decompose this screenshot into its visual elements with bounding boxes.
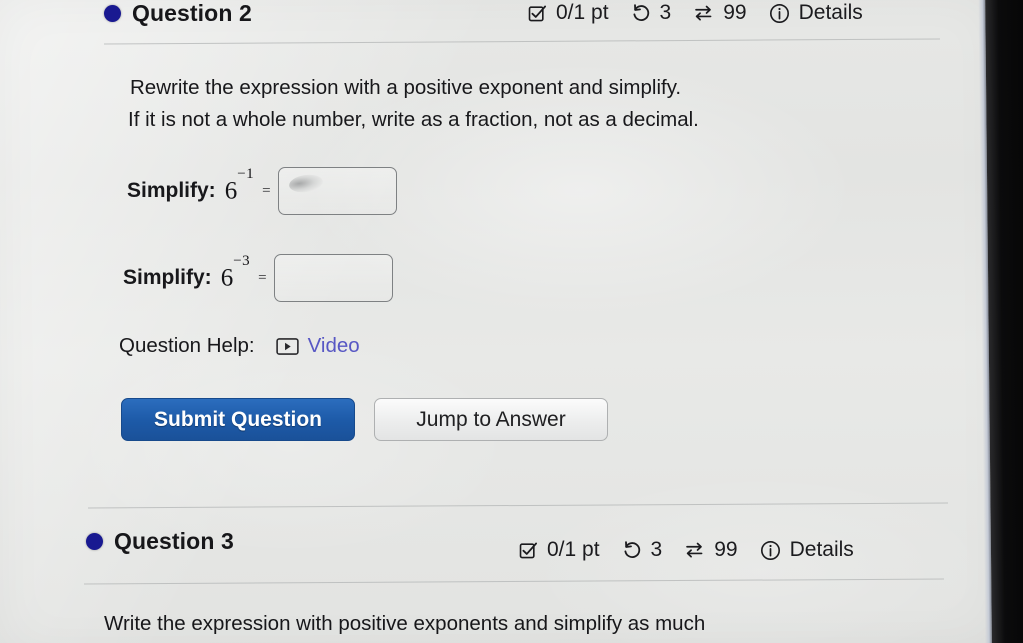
question2-action-buttons: Submit Question Jump to Answer: [121, 398, 608, 441]
arrows-swap-icon: [684, 540, 705, 560]
question2-header: Question 2 0/1 pt 3 99 Details: [0, 0, 1023, 34]
question-status-dot: [86, 533, 103, 550]
question2-header-divider: [104, 38, 940, 45]
glare-smudge: [287, 172, 324, 195]
question2-points: 0/1 pt: [556, 1, 609, 24]
question2-exchanges: 99: [723, 1, 747, 24]
screen-photo: Question 2 0/1 pt 3 99 Details Rewrite t…: [0, 0, 1023, 643]
video-help-link[interactable]: Video: [275, 334, 360, 358]
question2-prompt-line2: If it is not a whole number, write as a …: [128, 108, 699, 131]
question2-meta: 0/1 pt 3 99 Details: [528, 1, 863, 25]
screen-bezel: [985, 0, 1023, 643]
question3-points: 0/1 pt: [547, 538, 600, 561]
arrows-swap-icon: [693, 3, 714, 23]
question3-top-divider: [88, 502, 948, 509]
checkbox-checked-icon: [528, 4, 547, 23]
equals-sign-1: =: [262, 182, 271, 199]
question2-attempts: 3: [659, 1, 672, 24]
question3-title: Question 3: [114, 528, 234, 554]
simplify-row-1: Simplify: 6−1 =: [127, 165, 397, 215]
question3-attempts: 3: [650, 538, 663, 561]
jump-to-answer-button[interactable]: Jump to Answer: [374, 398, 608, 441]
info-circle-icon[interactable]: [760, 540, 781, 561]
question3-details-link[interactable]: Details: [790, 538, 854, 562]
question3-header-divider: [84, 578, 944, 585]
rotate-left-icon: [622, 540, 642, 560]
question3-meta: 0/1 pt 3 99 Details: [519, 538, 854, 562]
simplify-label-2: Simplify:: [123, 266, 212, 289]
checkbox-checked-icon: [519, 541, 538, 560]
info-circle-icon[interactable]: [769, 3, 790, 24]
simplify-label-1: Simplify:: [127, 179, 216, 202]
expression-1: 6−1: [224, 165, 255, 205]
question2-prompt-line1: Rewrite the expression with a positive e…: [130, 76, 682, 99]
question3-prompt-line1: Write the expression with positive expon…: [104, 612, 706, 635]
answer-input-1[interactable]: [277, 167, 397, 215]
question2-details-link[interactable]: Details: [799, 1, 863, 25]
rotate-left-icon: [631, 3, 651, 23]
submit-question-button[interactable]: Submit Question: [121, 398, 355, 441]
equals-sign-2: =: [258, 269, 267, 286]
question-status-dot: [104, 5, 121, 22]
question3-exchanges: 99: [714, 538, 738, 561]
video-link-label: Video: [307, 334, 360, 357]
answer-input-2[interactable]: [273, 254, 393, 302]
assignment-content: Question 2 0/1 pt 3 99 Details Rewrite t…: [0, 0, 1023, 643]
expression-2: 6−3: [220, 252, 251, 292]
simplify-row-2: Simplify: 6−3 =: [123, 252, 393, 302]
question-help-label: Question Help:: [119, 334, 255, 357]
video-play-icon: [275, 337, 299, 355]
question2-title: Question 2: [132, 0, 252, 26]
question3-header: Question 3 0/1 pt 3 99 Details: [0, 528, 1023, 562]
question-help-row: Question Help: Video: [119, 334, 360, 358]
